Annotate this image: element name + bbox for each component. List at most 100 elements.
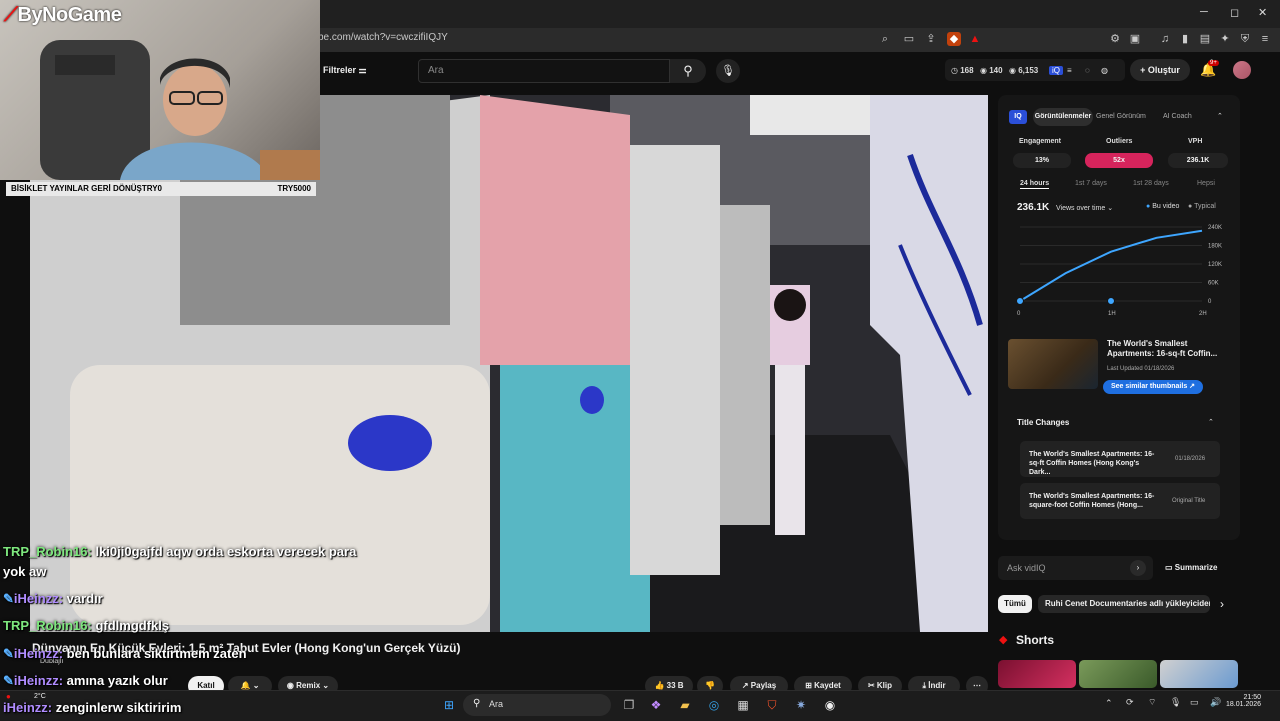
send-icon[interactable]: › (1130, 560, 1146, 576)
brave-shield-icon[interactable]: ◆ (947, 32, 961, 46)
short-thumbnail[interactable] (1079, 660, 1157, 688)
edge-icon[interactable]: ◎ (705, 696, 723, 714)
y-tick-label: 180K (1208, 244, 1222, 250)
taskbar-search[interactable] (463, 694, 611, 716)
range-28d[interactable]: 1st 28 days (1133, 180, 1169, 187)
title-change-date: Original Title (1172, 498, 1206, 504)
chip-channel[interactable]: Ruhi Cenet Documentaries adlı yükleyicid… (1038, 595, 1210, 613)
views-dropdown[interactable]: Views over time ⌄ (1056, 204, 1113, 212)
brave-icon[interactable]: ⛉ (763, 696, 781, 714)
copilot-icon[interactable]: ❖ (647, 696, 665, 714)
url-text[interactable]: be.com/watch?v=cwczifiIQJY (318, 32, 448, 43)
chat-message: ✎iHeinzz: vardır (3, 591, 103, 606)
app-icon[interactable]: ✷ (792, 696, 810, 714)
title-change-text: The World's Smallest Apartments: 16-squa… (1029, 493, 1155, 509)
search-input[interactable] (418, 59, 670, 83)
store-icon[interactable]: ▦ (734, 696, 752, 714)
see-similar-button[interactable]: See similar thumbnails ↗ (1103, 380, 1203, 394)
close-icon[interactable]: ✕ (1258, 6, 1267, 19)
stat-c: ◉ 6,153 (1009, 66, 1039, 75)
range-all[interactable]: Hepsi (1197, 180, 1215, 187)
x-tick-label: 1H (1108, 311, 1116, 317)
chat-message: ✎iHeinzz: ben bunlara siktirtmem zaten (3, 646, 247, 661)
short-thumbnail[interactable] (1160, 660, 1238, 688)
clock-time: 21:50 (1243, 694, 1262, 701)
chat-message: ✎iHeinzz: amına yazık olur (3, 673, 168, 688)
title-change-date: 01/18/2026 (1175, 456, 1206, 462)
legend-typical: ● Typical (1188, 203, 1216, 210)
taskbar (0, 690, 1280, 721)
list-icon: ≡ (1067, 66, 1072, 75)
clip-icon: ✂ (867, 681, 875, 690)
music-icon[interactable]: ♫ (1158, 32, 1172, 46)
windows-start-icon[interactable]: ⊞ (440, 696, 458, 714)
create-button[interactable]: + Oluştur (1130, 59, 1190, 81)
chevron-right-icon[interactable]: › (1220, 597, 1224, 611)
mic-tray-icon[interactable]: 🎙 (1170, 697, 1181, 708)
search-button[interactable]: ⚲ (670, 59, 706, 83)
short-thumbnail[interactable] (998, 660, 1076, 688)
filters-button[interactable]: Filtreler ⚌ (323, 65, 367, 76)
maximize-icon[interactable]: ◻ (1230, 6, 1239, 19)
share-icon[interactable]: ⇪ (924, 32, 938, 46)
audio-icon: ◍ (1101, 66, 1108, 75)
taskbar-search-text: Ara (489, 699, 504, 709)
stream-ticker: BİSİKLET YAYINLAR GERİ DÖNÜŞTRY0 TRY5000 (6, 182, 316, 196)
dislike-icon: 👎 (705, 681, 715, 690)
tab-overview[interactable]: Genel Görünüm (1096, 113, 1146, 120)
vidiq-logo-icon: IQ (1009, 110, 1027, 124)
wrench-icon: ✎ (3, 673, 14, 688)
mic-button[interactable]: 🎙 (716, 59, 740, 83)
display-icon[interactable]: ▭ (1190, 697, 1199, 708)
ai-icon[interactable]: ✦ (1218, 32, 1232, 46)
y-tick-label: 120K (1208, 262, 1222, 268)
tab-views[interactable]: Görüntülenmeler (1033, 108, 1093, 126)
taskbar-clock[interactable]: 21:50 18.01.2026 (1226, 694, 1261, 708)
tray-chevron-icon[interactable]: ⌃ (1105, 698, 1113, 709)
search-icon: ⚲ (683, 63, 693, 78)
metric-label: VPH (1188, 138, 1203, 145)
task-view-icon[interactable]: ❐ (620, 696, 638, 714)
file-explorer-icon[interactable]: ▰ (676, 696, 694, 714)
cast-icon[interactable]: ▭ (902, 32, 916, 46)
range-24h[interactable]: 24 hours (1020, 180, 1050, 189)
collapse-icon[interactable]: ⌃ (1208, 418, 1214, 426)
brave-rewards-icon[interactable]: ▲ (968, 32, 982, 46)
volume-icon[interactable]: 🔊 (1210, 697, 1221, 708)
sidebar-icon[interactable]: ▮ (1178, 32, 1192, 46)
weather-temp: 2°C (34, 693, 46, 700)
chart-marker (1016, 297, 1024, 305)
summarize-button[interactable]: ▭ Summarize (1165, 563, 1217, 572)
extensions-icon[interactable]: ⚙ (1108, 32, 1122, 46)
range-7d[interactable]: 1st 7 days (1075, 180, 1107, 187)
metric-vph: 236.1K (1168, 153, 1228, 168)
x-tick-label: 2H (1199, 311, 1207, 317)
avatar[interactable] (1233, 61, 1251, 79)
menu-icon[interactable]: ≡ (1258, 32, 1272, 46)
video-thumbnail[interactable] (1008, 339, 1098, 389)
network-icon[interactable]: ⌔ (1148, 697, 1156, 708)
metric-label: Outliers (1106, 138, 1133, 145)
tray-app-icon[interactable]: ⟳ (1126, 697, 1134, 708)
facecam-scene (40, 40, 320, 180)
clock-date: 18.01.2026 (1226, 701, 1262, 708)
collapse-icon[interactable]: ⌃ (1217, 112, 1223, 120)
tab-ai-coach[interactable]: AI Coach (1163, 113, 1192, 120)
wallet-icon[interactable]: ▤ (1198, 32, 1212, 46)
metric-label: Engagement (1019, 138, 1062, 145)
download-icon: ⤓ (922, 681, 926, 690)
zoom-icon[interactable]: ⌕ (878, 32, 892, 46)
minimize-icon[interactable]: ─ (1200, 6, 1208, 18)
series-line (1019, 229, 1203, 302)
y-tick-label: 240K (1208, 225, 1222, 231)
chip-all[interactable]: Tümü (998, 595, 1032, 613)
vidiq-stats-pill[interactable]: ◷ 168 ◉ 140 ◉ 6,153 iQ ≡ ◌ ◍ (945, 59, 1125, 81)
x-tick-label: 0 (1017, 311, 1021, 317)
mic-icon: 🎙 (721, 65, 735, 77)
more-icon: ⋯ (973, 681, 981, 690)
screenshot-icon[interactable]: ▣ (1128, 32, 1142, 46)
obs-icon[interactable]: ◉ (821, 696, 839, 714)
vpn-icon[interactable]: ⛨ (1238, 32, 1252, 46)
chat-message: TRP_Robin16: gfdlmgdfklş (3, 618, 170, 633)
chat-message: TRP_Robin16: lki0ji0gajfd aqw orda eskor… (3, 544, 357, 559)
